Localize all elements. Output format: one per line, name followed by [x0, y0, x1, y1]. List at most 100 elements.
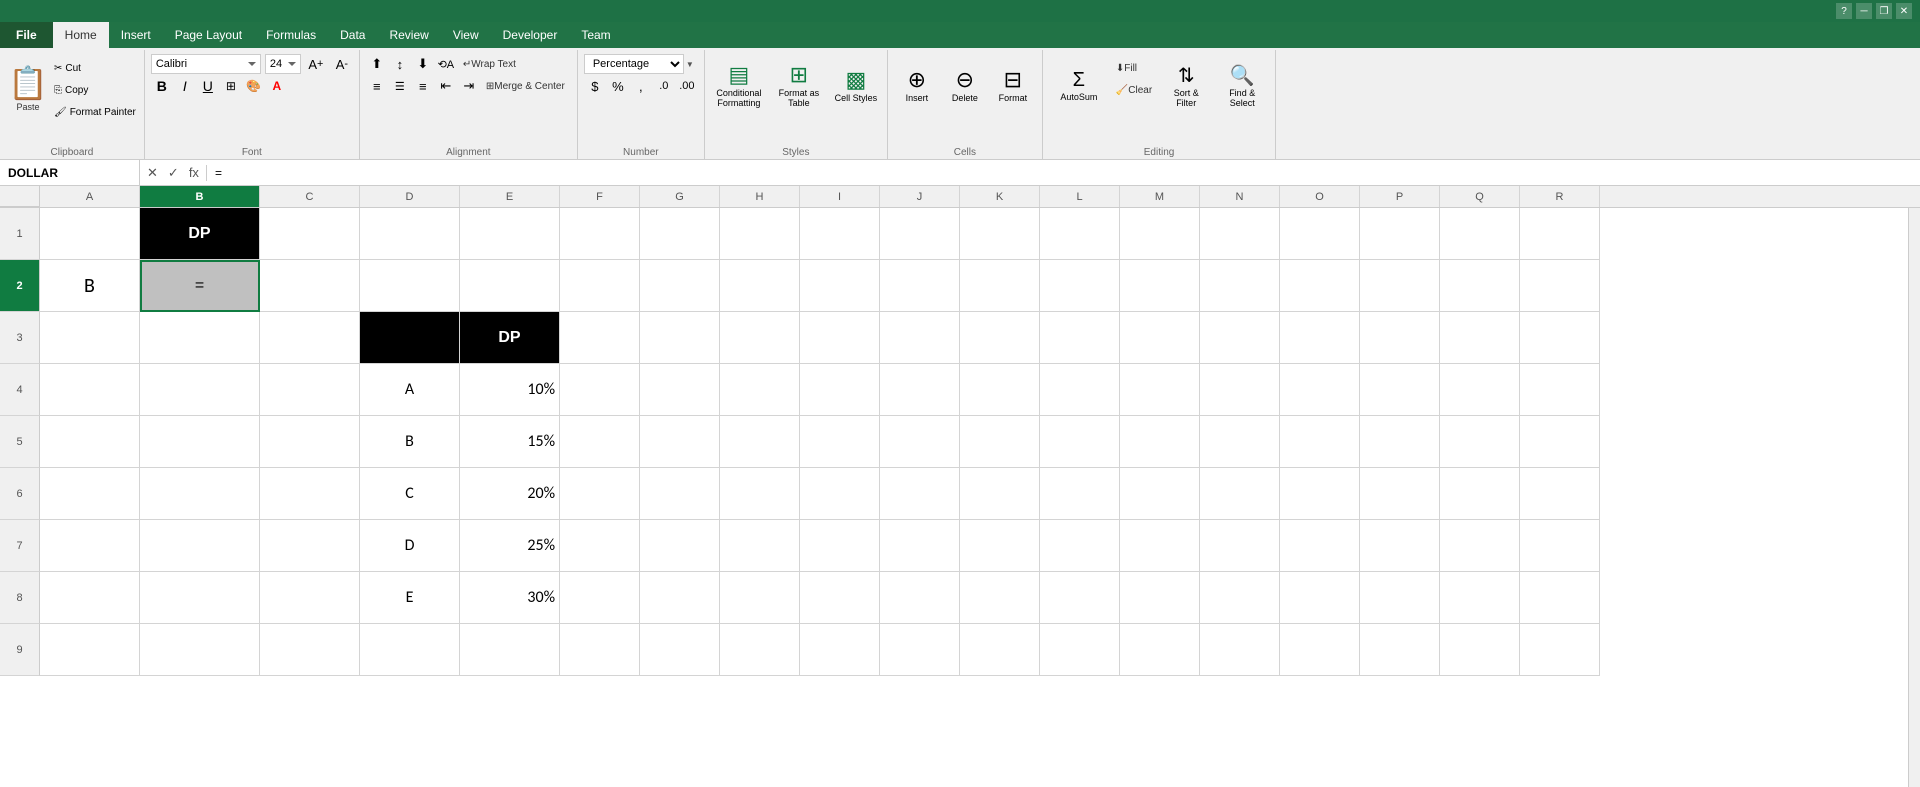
- cell-f6[interactable]: [560, 468, 640, 520]
- format-painter-button[interactable]: 🖌 Format Painter: [52, 102, 138, 122]
- cell-d3[interactable]: [360, 312, 460, 364]
- cell-n1[interactable]: [1200, 208, 1280, 260]
- cell-g1[interactable]: [640, 208, 720, 260]
- row-header-7[interactable]: 7: [0, 520, 40, 572]
- tab-view[interactable]: View: [441, 22, 491, 48]
- cell-n9[interactable]: [1200, 624, 1280, 676]
- font-size-selector[interactable]: 24: [265, 54, 301, 74]
- cell-e2[interactable]: [460, 260, 560, 312]
- cell-l3[interactable]: [1040, 312, 1120, 364]
- tab-review[interactable]: Review: [377, 22, 440, 48]
- cell-m7[interactable]: [1120, 520, 1200, 572]
- col-header-k[interactable]: K: [960, 186, 1040, 207]
- cell-g8[interactable]: [640, 572, 720, 624]
- align-middle-button[interactable]: ↕: [389, 54, 411, 74]
- cell-r5[interactable]: [1520, 416, 1600, 468]
- cell-b3[interactable]: [140, 312, 260, 364]
- col-header-e[interactable]: E: [460, 186, 560, 207]
- cell-d1[interactable]: [360, 208, 460, 260]
- cell-e9[interactable]: [460, 624, 560, 676]
- cell-k4[interactable]: [960, 364, 1040, 416]
- cut-button[interactable]: ✂ Cut: [52, 58, 138, 78]
- cell-f3[interactable]: [560, 312, 640, 364]
- cell-g6[interactable]: [640, 468, 720, 520]
- font-name-selector[interactable]: Calibri: [151, 54, 261, 74]
- cell-o6[interactable]: [1280, 468, 1360, 520]
- cell-g7[interactable]: [640, 520, 720, 572]
- comma-button[interactable]: ,: [630, 76, 652, 96]
- cell-c9[interactable]: [260, 624, 360, 676]
- col-header-m[interactable]: M: [1120, 186, 1200, 207]
- italic-button[interactable]: I: [174, 76, 196, 96]
- cell-h3[interactable]: [720, 312, 800, 364]
- cell-h4[interactable]: [720, 364, 800, 416]
- cell-g3[interactable]: [640, 312, 720, 364]
- cell-a1[interactable]: [40, 208, 140, 260]
- col-header-f[interactable]: F: [560, 186, 640, 207]
- cell-n5[interactable]: [1200, 416, 1280, 468]
- col-header-p[interactable]: P: [1360, 186, 1440, 207]
- confirm-button[interactable]: ✓: [165, 165, 182, 181]
- cell-m2[interactable]: [1120, 260, 1200, 312]
- col-header-a[interactable]: A: [40, 186, 140, 207]
- cell-j8[interactable]: [880, 572, 960, 624]
- col-header-q[interactable]: Q: [1440, 186, 1520, 207]
- cell-k6[interactable]: [960, 468, 1040, 520]
- cell-h9[interactable]: [720, 624, 800, 676]
- merge-center-button[interactable]: ⊞ Merge & Center: [481, 76, 571, 96]
- cell-f9[interactable]: [560, 624, 640, 676]
- cell-r4[interactable]: [1520, 364, 1600, 416]
- fill-color-button[interactable]: 🎨: [243, 76, 265, 96]
- cell-g4[interactable]: [640, 364, 720, 416]
- cell-c4[interactable]: [260, 364, 360, 416]
- border-button[interactable]: ⊞: [220, 76, 242, 96]
- col-header-o[interactable]: O: [1280, 186, 1360, 207]
- cell-f1[interactable]: [560, 208, 640, 260]
- col-header-d[interactable]: D: [360, 186, 460, 207]
- cell-r3[interactable]: [1520, 312, 1600, 364]
- cell-a9[interactable]: [40, 624, 140, 676]
- find-select-button[interactable]: 🔍 Find &Select: [1215, 54, 1269, 116]
- cell-i3[interactable]: [800, 312, 880, 364]
- cell-h5[interactable]: [720, 416, 800, 468]
- conditional-formatting-button[interactable]: ▤ ConditionalFormatting: [711, 54, 767, 116]
- row-header-6[interactable]: 6: [0, 468, 40, 520]
- formula-input[interactable]: =: [207, 166, 1920, 180]
- cell-l2[interactable]: [1040, 260, 1120, 312]
- window-controls[interactable]: ? ─ ❐ ✕: [1836, 3, 1912, 19]
- cell-g2[interactable]: [640, 260, 720, 312]
- cell-c7[interactable]: [260, 520, 360, 572]
- restore-button[interactable]: ❐: [1876, 3, 1892, 19]
- cell-e6[interactable]: 20%: [460, 468, 560, 520]
- font-color-button[interactable]: A: [266, 76, 288, 96]
- cell-n6[interactable]: [1200, 468, 1280, 520]
- cell-i7[interactable]: [800, 520, 880, 572]
- row-header-3[interactable]: 3: [0, 312, 40, 364]
- cell-r9[interactable]: [1520, 624, 1600, 676]
- cell-b6[interactable]: [140, 468, 260, 520]
- col-header-n[interactable]: N: [1200, 186, 1280, 207]
- cell-m9[interactable]: [1120, 624, 1200, 676]
- cell-p1[interactable]: [1360, 208, 1440, 260]
- clear-button[interactable]: 🧹 Clear: [1111, 80, 1157, 100]
- cell-n7[interactable]: [1200, 520, 1280, 572]
- cell-q5[interactable]: [1440, 416, 1520, 468]
- cell-l1[interactable]: [1040, 208, 1120, 260]
- close-button[interactable]: ✕: [1896, 3, 1912, 19]
- cell-p8[interactable]: [1360, 572, 1440, 624]
- col-header-b[interactable]: B: [140, 186, 260, 207]
- copy-button[interactable]: ⎘ Copy: [52, 80, 138, 100]
- cell-l4[interactable]: [1040, 364, 1120, 416]
- bold-button[interactable]: B: [151, 76, 173, 96]
- cell-h7[interactable]: [720, 520, 800, 572]
- cell-k5[interactable]: [960, 416, 1040, 468]
- cell-i8[interactable]: [800, 572, 880, 624]
- cell-k7[interactable]: [960, 520, 1040, 572]
- cell-j4[interactable]: [880, 364, 960, 416]
- tab-file[interactable]: File: [0, 22, 53, 48]
- col-header-i[interactable]: I: [800, 186, 880, 207]
- cell-l7[interactable]: [1040, 520, 1120, 572]
- cell-i9[interactable]: [800, 624, 880, 676]
- cell-h8[interactable]: [720, 572, 800, 624]
- cell-a2[interactable]: B: [40, 260, 140, 312]
